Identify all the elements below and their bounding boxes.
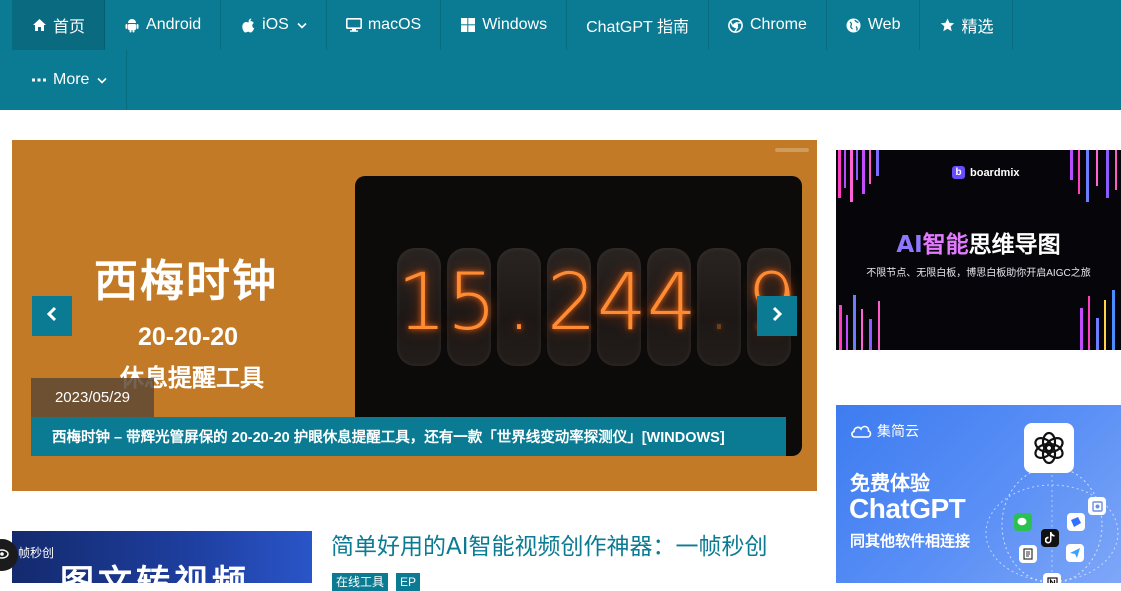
tiktok-icon (1041, 529, 1059, 547)
nav-item-web[interactable]: Web (827, 0, 921, 50)
title-mindmap: 思维导图 (968, 232, 1061, 258)
slide-watermark (775, 146, 809, 157)
nixie-digit: 5 (447, 258, 497, 348)
nav-item-label: Windows (482, 16, 548, 33)
decorative-bars (839, 295, 880, 350)
chatgpt-logo-icon (1024, 423, 1074, 473)
article-tag[interactable]: 在线工具 (332, 573, 389, 591)
nav-item-windows[interactable]: Windows (441, 0, 568, 50)
slide-subheading: 20-20-20 (138, 323, 239, 351)
thumb-headline: 图文转视频 (60, 563, 250, 583)
decorative-bars (1070, 150, 1117, 202)
slide-heading: 西梅时钟 (94, 256, 278, 307)
nixie-digit: 4 (597, 258, 647, 348)
nav-item-label: ChatGPT 指南 (586, 19, 689, 36)
nixie-digit: 4 (647, 258, 697, 348)
wechat-icon (1014, 513, 1032, 531)
nav-item-ios[interactable]: iOS (221, 0, 327, 50)
slider-prev-button[interactable] (32, 296, 72, 336)
nav-item-label: 首页 (53, 19, 86, 36)
article-title-link[interactable]: 简单好用的AI智能视频创作神器：一帧秒创 (331, 527, 768, 561)
nav-item-macos[interactable]: macOS (327, 0, 442, 50)
nav-item-label: iOS (262, 16, 289, 33)
nav-row-secondary: More (12, 50, 128, 110)
nav-item-label: 精选 (961, 19, 994, 36)
article-tags: 在线工具 EP (332, 573, 421, 591)
nav-item-android[interactable]: Android (105, 0, 222, 50)
thumb-brand: 帧秒创 (18, 546, 55, 560)
nixie-digit: . (506, 258, 532, 348)
brand-text: 集简云 (877, 423, 919, 439)
nixie-digit: . (706, 258, 732, 348)
featured-slider[interactable]: 西梅时钟 20-20-20 休息提醒工具 1 5 . 2 4 4 . 9 202… (12, 140, 817, 491)
dots-icon (31, 72, 47, 88)
globe-icon (846, 17, 862, 33)
chevron-right-icon (771, 306, 783, 327)
ad-line-chatgpt: ChatGPT (849, 493, 966, 524)
notion-icon (1043, 573, 1061, 583)
nav-item-label: macOS (367, 16, 422, 33)
nixie-digit: 1 (397, 258, 447, 348)
decorative-bars (838, 150, 879, 202)
article-tag[interactable]: EP (396, 573, 421, 591)
ad-line-free-trial: 免费体验 (850, 471, 930, 495)
monitor-icon (345, 17, 362, 33)
chevron-left-icon (46, 306, 58, 327)
nixie-clock-image: 1 5 . 2 4 4 . 9 (355, 176, 802, 456)
boardmix-ad-banner[interactable]: b boardmix AI智能思维导图 不限节点、无限白板，博思白板助你开启AI… (836, 150, 1121, 350)
nav-item-chrome[interactable]: Chrome (709, 0, 827, 50)
nav-item-home[interactable]: 首页 (12, 0, 106, 50)
chatgpt-ad-banner[interactable]: 集简云 免费体验 ChatGPT 同其他软件相连接 (836, 405, 1121, 583)
article-thumbnail[interactable]: 帧秒创 图文转视频 (12, 531, 312, 583)
title-ai: AI (896, 232, 923, 258)
lark-icon (1067, 513, 1085, 531)
windows-icon (460, 17, 476, 33)
nav-item-label: Chrome (749, 16, 807, 33)
slide-caption-link[interactable]: 西梅时钟 – 带辉光管屏保的 20-20-20 护眼休息提醒工具，还有一款「世界… (31, 417, 786, 456)
boardmix-logo-icon: b (952, 166, 965, 179)
title-smart: 智能 (922, 232, 969, 258)
slide-date: 2023/05/29 (31, 378, 154, 417)
eye-icon (0, 546, 9, 564)
boardmix-ad-subtitle: 不限节点、无限白板，博思白板助你开启AIGC之旅 (866, 268, 1091, 279)
nixie-digit: 2 (547, 258, 597, 348)
app-window-icon (1088, 497, 1106, 515)
apple-icon (240, 17, 256, 33)
paper-plane-icon (1066, 544, 1084, 562)
nav-item-label: More (53, 71, 90, 88)
top-navigation: 首页 Android iOS macOS Windows ChatGPT 指南 … (0, 0, 1121, 110)
nav-item-featured[interactable]: 精选 (920, 0, 1014, 50)
doc-app-icon (1019, 545, 1037, 563)
chrome-icon (728, 17, 744, 33)
slider-next-button[interactable] (757, 296, 797, 336)
nav-item-more[interactable]: More (12, 50, 128, 110)
nav-row-primary: 首页 Android iOS macOS Windows ChatGPT 指南 … (12, 0, 1014, 50)
boardmix-ad-title: AI智能思维导图 (836, 225, 1121, 259)
boardmix-logo: b boardmix (952, 166, 1020, 179)
nav-item-chatgpt-guide[interactable]: ChatGPT 指南 (567, 0, 709, 50)
android-icon (124, 17, 140, 33)
ad-line-connect: 同其他软件相连接 (850, 532, 971, 550)
star-icon (939, 17, 955, 33)
cloud-icon (850, 424, 872, 438)
nav-item-label: Android (146, 16, 202, 33)
jijianyun-brand: 集简云 (850, 421, 919, 441)
chevron-down-icon (97, 77, 108, 84)
nav-item-label: Web (867, 16, 901, 33)
chevron-down-icon (297, 22, 307, 29)
home-icon (31, 17, 47, 33)
decorative-bars (1080, 290, 1115, 350)
boardmix-brand-text: boardmix (970, 166, 1020, 179)
